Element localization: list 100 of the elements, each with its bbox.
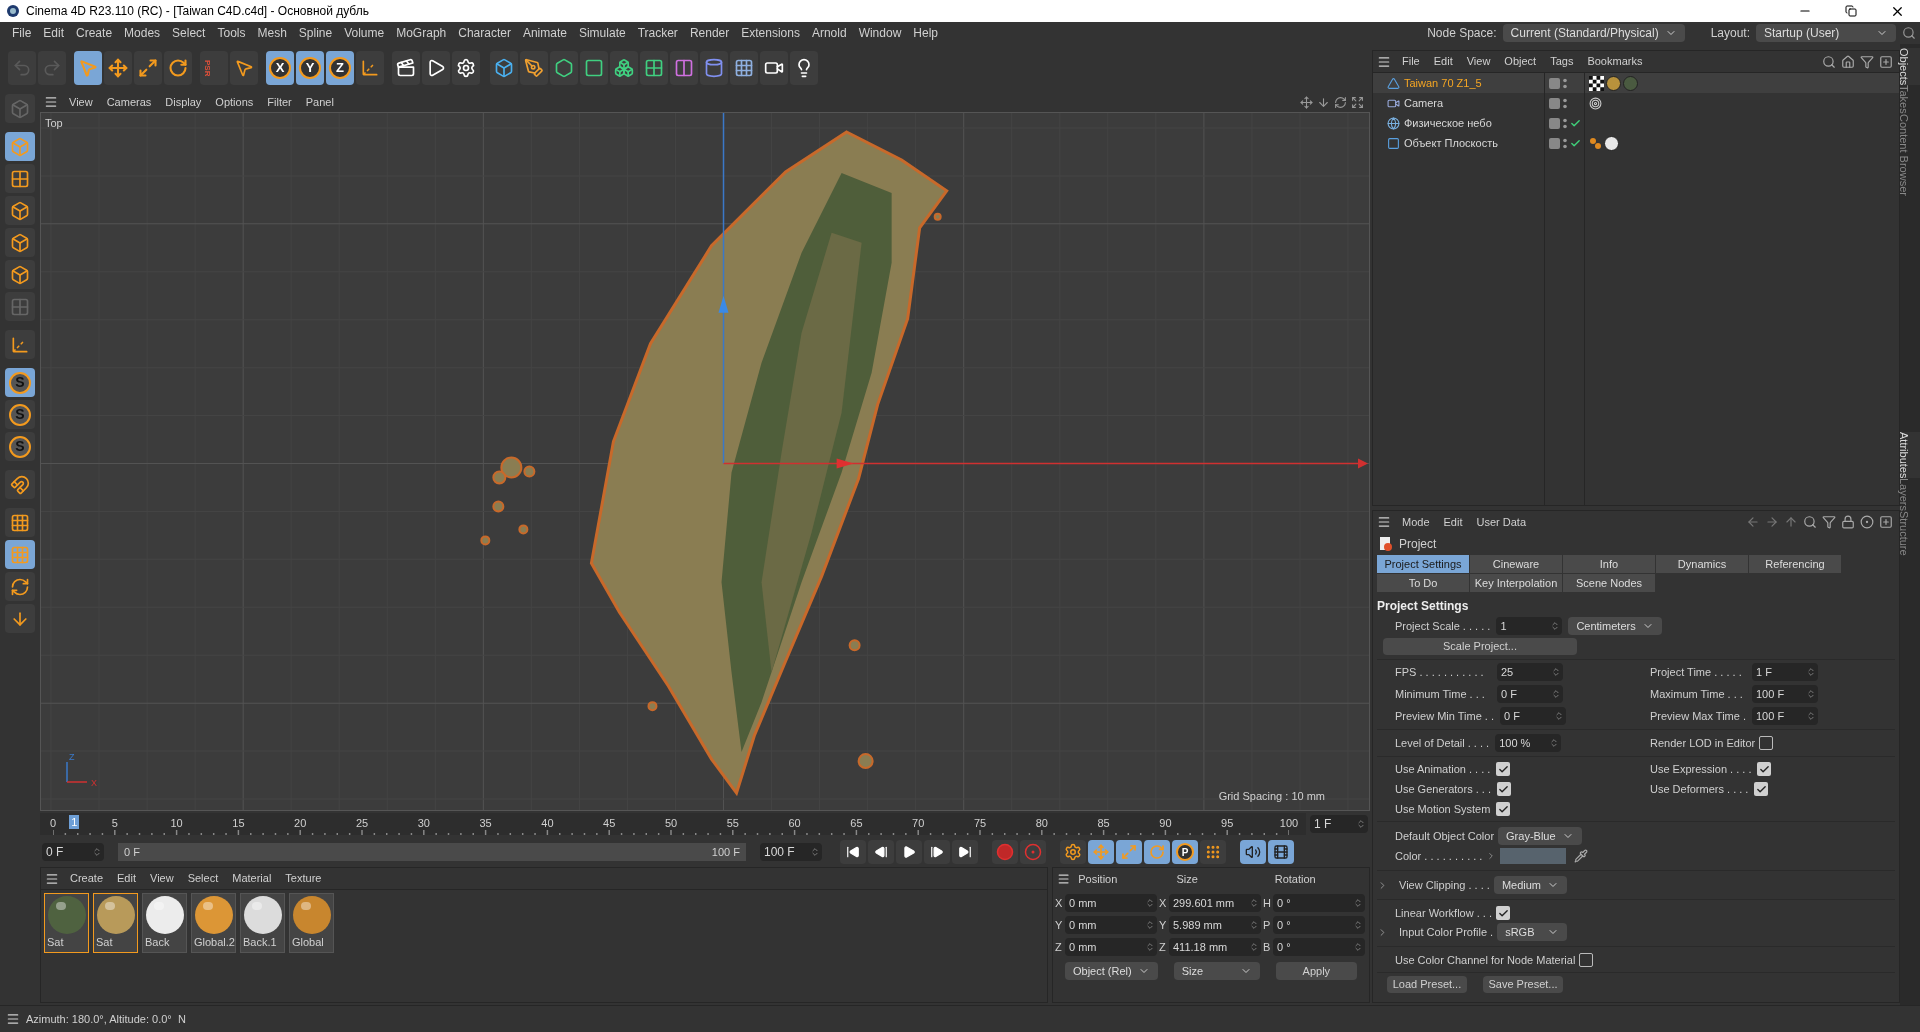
settings-tab[interactable]: Cineware xyxy=(1470,555,1562,573)
menu-item[interactable]: Window xyxy=(852,24,908,42)
current-frame-field[interactable]: 1 F xyxy=(1310,815,1368,833)
skip-back-button[interactable] xyxy=(840,840,866,864)
new-panel-icon[interactable] xyxy=(1879,54,1893,69)
material-swatch[interactable]: Back.1 xyxy=(240,893,285,953)
checkbox[interactable] xyxy=(1757,762,1772,776)
skip-forward-button[interactable] xyxy=(952,840,978,864)
object-row[interactable]: Объект Плоскость xyxy=(1373,133,1544,153)
material-menu-item[interactable]: Texture xyxy=(278,870,329,887)
time-field[interactable]: 25 xyxy=(1497,663,1563,681)
size-mode-dropdown[interactable]: Size xyxy=(1173,962,1260,980)
checkbox[interactable] xyxy=(1579,953,1594,967)
time-field[interactable]: 1 F xyxy=(1752,663,1818,681)
settings-tab[interactable]: Scene Nodes xyxy=(1563,574,1655,592)
side-tab[interactable]: Structure xyxy=(1900,511,1920,557)
material-tag[interactable] xyxy=(1604,135,1619,151)
back-icon[interactable] xyxy=(1746,515,1760,529)
object-menu-item[interactable]: Object xyxy=(1497,53,1544,70)
time-field[interactable]: 0 F xyxy=(1500,707,1567,725)
film-button[interactable] xyxy=(1268,840,1294,864)
layer-swatch-icon[interactable] xyxy=(1549,77,1560,89)
bend-button[interactable] xyxy=(700,51,728,85)
rotation-field[interactable]: 0 ° xyxy=(1273,916,1365,934)
subdivision-button[interactable] xyxy=(550,51,578,85)
menu-icon[interactable] xyxy=(1377,54,1391,69)
checkbox[interactable] xyxy=(1496,762,1511,776)
object-row[interactable]: Физическое небо xyxy=(1373,113,1544,133)
menu-item[interactable]: Render xyxy=(683,24,736,42)
menu-item[interactable]: Character xyxy=(452,24,517,42)
new-panel-icon[interactable] xyxy=(1879,515,1893,529)
drop-mode-button[interactable] xyxy=(5,604,35,633)
layer-swatch-icon[interactable] xyxy=(1549,117,1560,129)
extrude-button[interactable] xyxy=(580,51,608,85)
sound-button[interactable] xyxy=(1240,840,1266,864)
cloner-button[interactable] xyxy=(610,51,638,85)
settings-tab[interactable]: Key Interpolation xyxy=(1470,574,1562,592)
checkbox[interactable] xyxy=(1496,906,1510,920)
settings-tab[interactable]: To Do xyxy=(1377,574,1469,592)
position-field[interactable]: 0 mm xyxy=(1065,894,1157,912)
autokey-button[interactable] xyxy=(1020,840,1046,864)
object-row[interactable]: Taiwan 70 Z1_5 xyxy=(1373,73,1544,93)
render-view-button[interactable] xyxy=(392,51,420,85)
menu-item[interactable]: File xyxy=(6,24,38,42)
scale-tool-button[interactable] xyxy=(134,51,162,85)
target-tag-icon[interactable] xyxy=(1589,96,1602,110)
workplane-mode-button[interactable] xyxy=(5,508,35,537)
points-mode-button[interactable] xyxy=(5,196,35,225)
workplane-sync-mode-button[interactable] xyxy=(5,572,35,601)
search-icon[interactable] xyxy=(1902,26,1916,40)
object-menu-item[interactable]: Tags xyxy=(1543,53,1581,70)
menu-item[interactable]: Simulate xyxy=(572,24,632,42)
texture-mode-button[interactable] xyxy=(5,164,35,193)
parameter-key-button[interactable]: P xyxy=(1172,840,1198,864)
object-menu-item[interactable]: Edit xyxy=(1426,53,1460,70)
position-field[interactable]: 0 mm xyxy=(1065,938,1157,956)
viewport-menu-item[interactable]: Filter xyxy=(260,93,299,111)
move-tool-button[interactable] xyxy=(104,51,132,85)
magnet-mode-button[interactable] xyxy=(5,470,35,499)
color-swatch[interactable] xyxy=(1500,848,1567,864)
default-color-dropdown[interactable]: Gray-Blue xyxy=(1498,827,1582,845)
time-field[interactable]: 100 F xyxy=(1752,685,1818,703)
floor-button[interactable] xyxy=(730,51,758,85)
node-space-dropdown[interactable]: Current (Standard/Physical) xyxy=(1502,24,1685,42)
record-button[interactable] xyxy=(992,840,1018,864)
search-icon[interactable] xyxy=(1822,54,1836,69)
menu-icon[interactable] xyxy=(45,871,59,886)
preset-button[interactable]: Save Preset... xyxy=(1483,976,1563,993)
side-tab[interactable]: Objects xyxy=(1900,48,1920,86)
view-clipping-dropdown[interactable]: Medium xyxy=(1493,876,1568,894)
orbit-icon[interactable] xyxy=(1334,95,1347,109)
menu-icon[interactable] xyxy=(6,1012,20,1026)
step-forward-button[interactable] xyxy=(924,840,950,864)
menu-item[interactable]: MoGraph xyxy=(390,24,453,42)
viewport-menu-item[interactable]: Options xyxy=(208,93,261,111)
material-menu-item[interactable]: View xyxy=(143,870,181,887)
menu-item[interactable]: Extensions xyxy=(735,24,806,42)
visibility-dots-icon[interactable] xyxy=(1563,117,1567,129)
viewport-menu-item[interactable]: View xyxy=(62,93,100,111)
axis-mode-button[interactable] xyxy=(5,330,35,359)
layer-swatch-icon[interactable] xyxy=(1549,137,1560,149)
input-profile-dropdown[interactable]: sRGB xyxy=(1497,923,1568,941)
menu-icon[interactable] xyxy=(44,95,58,109)
pan-icon[interactable] xyxy=(1300,95,1313,109)
material-tag[interactable] xyxy=(1606,75,1621,91)
settings-tab[interactable]: Referencing xyxy=(1749,555,1841,573)
visibility-dots-icon[interactable] xyxy=(1563,97,1567,109)
viewport[interactable]: Top Grid Spacing : 10 mm Z X xyxy=(40,112,1370,811)
material-menu-item[interactable]: Create xyxy=(63,870,111,887)
layer-swatch-icon[interactable] xyxy=(1549,97,1560,109)
scale-project-button[interactable]: Scale Project... xyxy=(1383,637,1577,655)
apply-button[interactable]: Apply xyxy=(1275,962,1357,980)
menu-item[interactable]: Animate xyxy=(516,24,573,42)
menu-item[interactable]: Select xyxy=(166,24,212,42)
visibility-dots-icon[interactable] xyxy=(1563,137,1567,149)
settings-tab[interactable]: Dynamics xyxy=(1656,555,1748,573)
filter-icon[interactable] xyxy=(1822,515,1836,529)
symmetry-button[interactable] xyxy=(670,51,698,85)
timeline-ruler[interactable]: 0 1 5 10 15 20 25 30 35 40 45 50 55 60 65 70 75 80 85 90 95 100 xyxy=(40,813,1306,835)
light-button[interactable] xyxy=(790,51,818,85)
